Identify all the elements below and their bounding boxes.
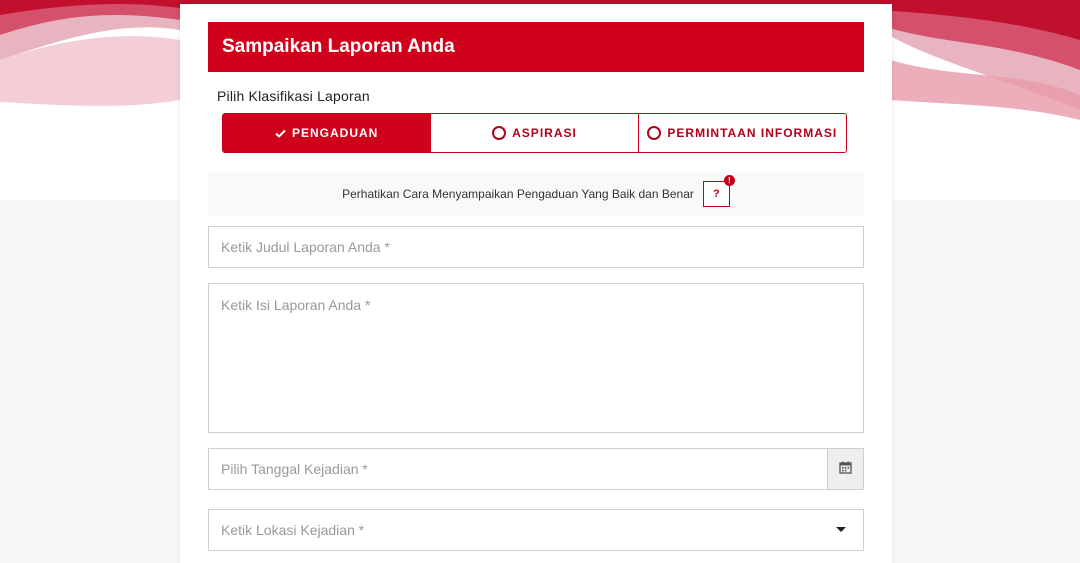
- calendar-icon: [839, 461, 852, 477]
- option-permintaan-informasi-label: PERMINTAAN INFORMASI: [667, 126, 838, 140]
- option-permintaan-informasi[interactable]: PERMINTAAN INFORMASI: [637, 114, 846, 152]
- notice-text: Perhatikan Cara Menyampaikan Pengaduan Y…: [342, 187, 694, 201]
- option-aspirasi[interactable]: ASPIRASI: [430, 114, 638, 152]
- report-form-card: Sampaikan Laporan Anda Pilih Klasifikasi…: [180, 4, 892, 563]
- option-aspirasi-label: ASPIRASI: [512, 126, 577, 140]
- form-header: Sampaikan Laporan Anda: [208, 22, 864, 72]
- guidance-notice: Perhatikan Cara Menyampaikan Pengaduan Y…: [208, 172, 864, 216]
- help-button[interactable]: ? !: [702, 175, 735, 207]
- report-body-textarea[interactable]: Ketik Isi Laporan Anda *: [208, 283, 864, 433]
- report-title-input[interactable]: Ketik Judul Laporan Anda *: [208, 226, 864, 268]
- check-icon: [275, 129, 286, 138]
- incident-date-placeholder: Pilih Tanggal Kejadian *: [221, 461, 368, 477]
- report-body-placeholder: Ketik Isi Laporan Anda *: [221, 297, 371, 313]
- report-title-placeholder: Ketik Judul Laporan Anda *: [221, 239, 390, 255]
- radio-ring-icon: [647, 126, 662, 140]
- caret-down-icon: [836, 527, 846, 532]
- classification-label: Pilih Klasifikasi Laporan: [217, 88, 370, 104]
- classification-selector: PENGADUAN ASPIRASI PERMINTAAN INFORMASI: [222, 113, 847, 153]
- incident-location-placeholder: Ketik Lokasi Kejadian *: [221, 522, 365, 538]
- form-title: Sampaikan Laporan Anda: [222, 36, 455, 57]
- date-picker-button[interactable]: [827, 449, 863, 489]
- radio-ring-icon: [492, 126, 507, 140]
- option-pengaduan-label: PENGADUAN: [291, 126, 379, 140]
- incident-location-select[interactable]: Ketik Lokasi Kejadian *: [208, 509, 864, 551]
- alert-badge-icon: !: [723, 175, 735, 186]
- help-button-label: ?: [713, 188, 720, 200]
- incident-date-input[interactable]: Pilih Tanggal Kejadian *: [208, 448, 864, 490]
- option-pengaduan[interactable]: PENGADUAN: [223, 114, 431, 152]
